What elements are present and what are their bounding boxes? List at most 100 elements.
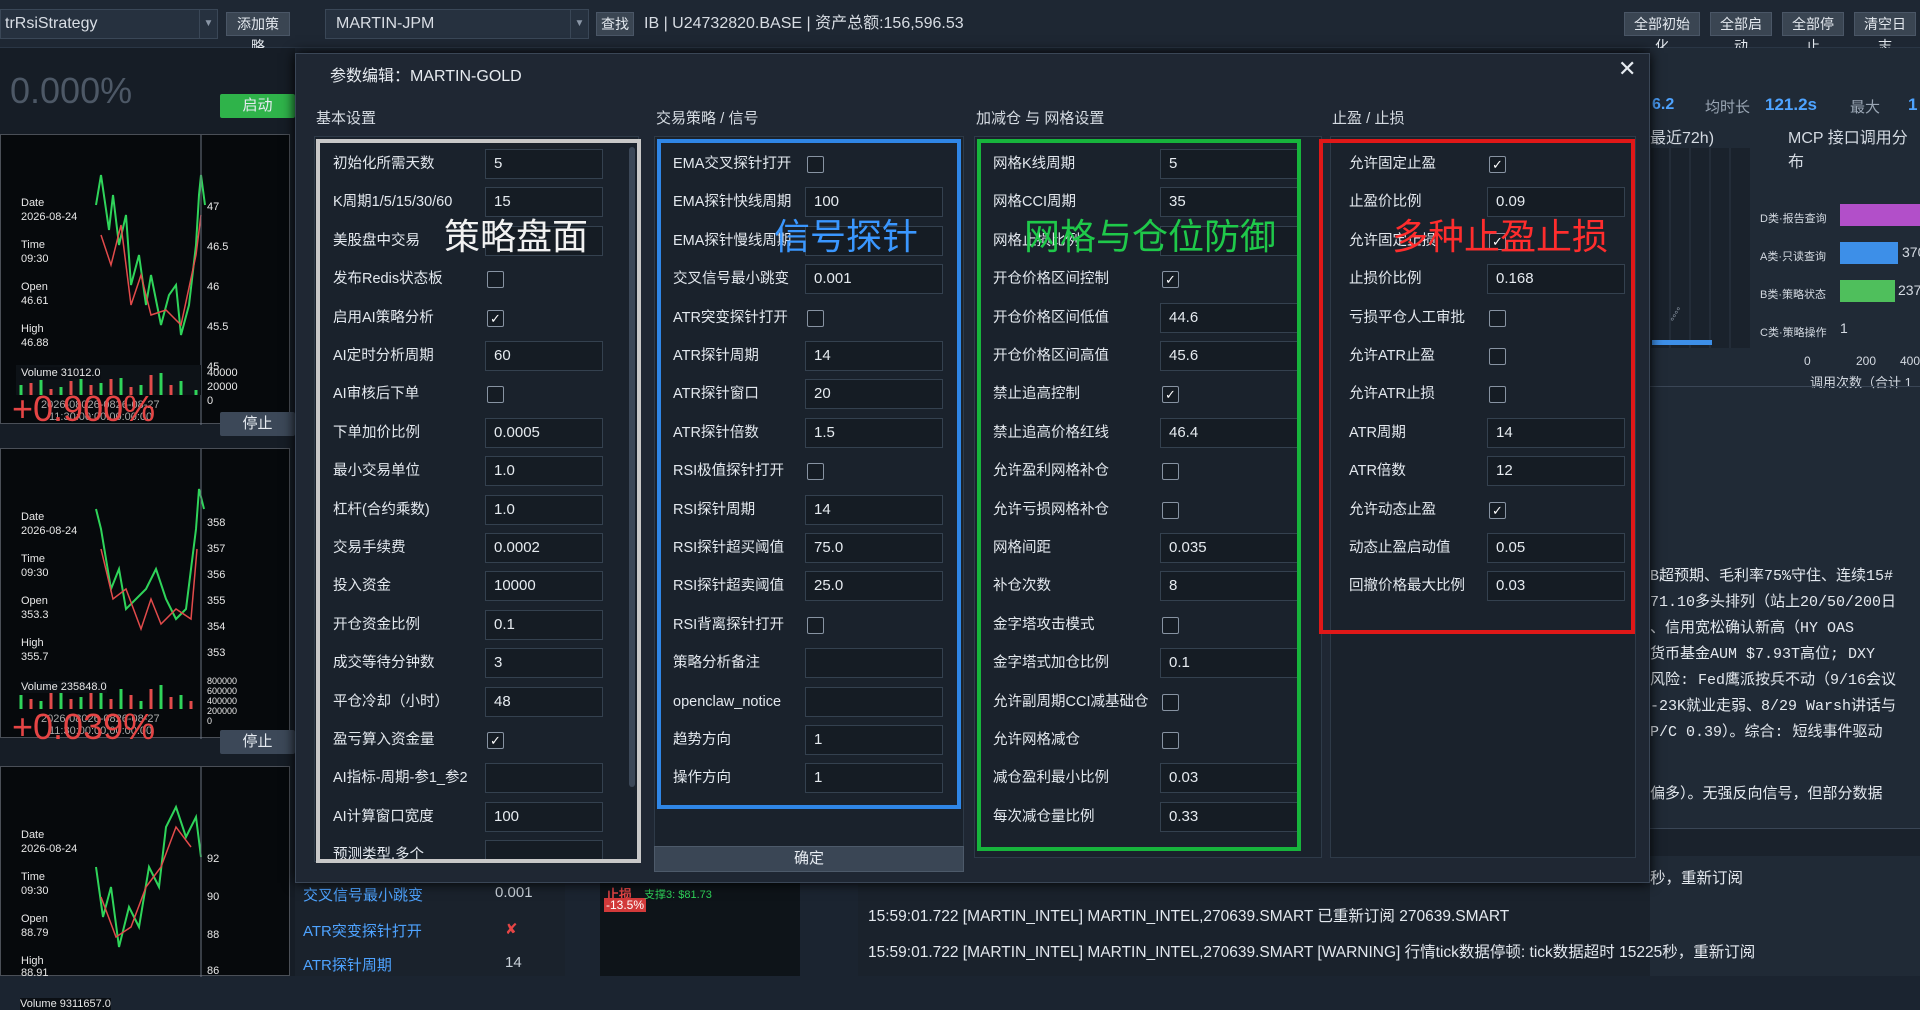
symbol-select[interactable]: MARTIN-JPM ▼: [325, 9, 589, 39]
stat-label: 均时长: [1705, 99, 1751, 116]
param-table: 交叉信号最小跳变 0.001 ATR突变探针打开 ✘ ATR探针周期 14: [295, 880, 565, 976]
mcp-title: MCP 接口调用分布: [1788, 130, 1908, 171]
clear-log-button[interactable]: 清空日志: [1854, 12, 1916, 54]
recent-label: 最近72h): [1650, 130, 1715, 147]
section-title-stop: 止盈 / 止损: [1332, 110, 1405, 127]
card-pct: +0.039%: [12, 706, 156, 747]
divider: [1650, 386, 1920, 387]
section-title-basic: 基本设置: [316, 110, 377, 127]
stop-button[interactable]: 停止: [220, 730, 295, 754]
param-edit-dialog: 参数编辑：MARTIN-GOLD ✕ 基本设置 交易策略 / 信号 加减仓 与 …: [295, 53, 1650, 883]
y-tick: 46.5: [207, 241, 229, 253]
table-cell-value: 0.001: [495, 884, 533, 901]
log-line: 秒，重新订阅: [1650, 870, 1744, 887]
time-label: Time: [21, 871, 46, 883]
right-panel: 6.2 均时长 121.2s 最大 1 最近72h) MCP 接口调用分布 °°…: [1649, 48, 1920, 976]
news-line: 货币基金AUM $7.93T高位; DXY: [1650, 646, 1876, 663]
high-value: 88.91: [21, 967, 49, 979]
init-all-button[interactable]: 全部初始化: [1624, 12, 1700, 54]
log-panel: 15:59:01.722 [MARTIN_INTEL] MARTIN_INTEL…: [858, 880, 1755, 976]
date-value: 2026-08-24: [21, 211, 78, 223]
open-value: 353.3: [21, 609, 49, 621]
close-icon[interactable]: ✕: [1618, 56, 1636, 82]
table-cell-value: ✘: [505, 921, 518, 938]
vol-tick: 0: [207, 395, 214, 407]
log-line: 15:59:01.722 [MARTIN_INTEL] MARTIN_INTEL…: [868, 944, 1756, 961]
news-line: P/C 0.39）。综合: 短线事件驱动: [1650, 724, 1883, 741]
x-tick: 400: [1900, 354, 1920, 368]
add-strategy-button[interactable]: 添加策略: [226, 12, 290, 54]
bar-label: A类·只读查询: [1760, 251, 1826, 263]
y-tick: 353: [207, 647, 226, 659]
news-line: 风险: Fed鹰派按兵不动（9/16会议: [1650, 672, 1897, 689]
stat-value: 121.2s: [1765, 95, 1817, 114]
high-label: High: [21, 637, 44, 649]
news-line: -23K就业走弱、8/29 Warsh讲话与: [1650, 698, 1897, 715]
time-label: Time: [21, 239, 46, 251]
bar-b: [1840, 280, 1895, 302]
section-title-grid: 加减仓 与 网格设置: [976, 110, 1105, 127]
bar-value: 237: [1898, 282, 1920, 298]
card-pct: +0.900%: [12, 388, 156, 429]
mini-price-chart: 止损 -13.5% 支撑3: $81.73: [600, 880, 800, 976]
news-line: 71.10多头排列（站上20/50/200日: [1650, 594, 1897, 611]
chevron-down-icon: ▼: [199, 10, 217, 38]
chevron-down-icon: ▼: [570, 10, 588, 38]
candlestick-chart: [16, 135, 206, 425]
log-header: [1650, 828, 1920, 856]
date-label: Date: [21, 197, 45, 209]
start-button[interactable]: 启动: [220, 94, 295, 118]
vol-tick: 40000: [207, 367, 238, 379]
news-line: B超预期、毛利率75%守住、连续15#: [1650, 568, 1894, 585]
x-axis-label: 调用次数（合计 1: [1810, 375, 1912, 390]
overlay-label-stop: 多种止盈止损: [1392, 216, 1609, 257]
support-label: 支撑3: $81.73: [644, 889, 712, 901]
search-button[interactable]: 查找: [596, 12, 634, 36]
date-value: 2026-08-24: [21, 843, 78, 855]
y-tick: 92: [207, 853, 220, 865]
bar-d: [1840, 204, 1920, 226]
y-tick: 47: [207, 201, 220, 213]
time-label: Time: [21, 553, 46, 565]
y-tick: 88: [207, 929, 220, 941]
news-note: 偏多）。无强反向信号，但部分数据: [1650, 785, 1883, 802]
symbol-select-value: MARTIN-JPM: [336, 15, 435, 32]
volume-value: Volume 31012.0: [21, 367, 101, 379]
table-cell-label: 交叉信号最小跳变: [303, 887, 424, 904]
price-chart: Date 2026-08-24 Time 09:30 Open 353.3 Hi…: [0, 448, 290, 739]
y-tick: 354: [207, 621, 226, 633]
start-all-button[interactable]: 全部启动: [1710, 12, 1772, 54]
time-value: 09:30: [21, 885, 49, 897]
bar-label: D类·报告查询: [1760, 213, 1827, 225]
stat-value: 1: [1908, 95, 1918, 114]
vol-tick: 20000: [207, 381, 238, 393]
table-cell-label: ATR探针周期: [303, 957, 392, 974]
y-tick: 86: [207, 965, 220, 977]
account-info: IB | U24732820.BASE | 资产总额:156,596.53: [644, 15, 964, 32]
high-label: High: [21, 323, 44, 335]
bar-label: B类·策略状态: [1760, 289, 1826, 301]
card-pct: 0.000%: [10, 70, 133, 111]
stop-all-button[interactable]: 全部停止: [1782, 12, 1844, 54]
x-tick: 0: [1804, 354, 1811, 368]
date-value: 2026-08-24: [21, 525, 78, 537]
time-value: 09:30: [21, 567, 49, 579]
y-tick: 356: [207, 569, 226, 581]
strategy-select[interactable]: trRsiStrategy ▼: [0, 9, 218, 39]
strategy-select-value: trRsiStrategy: [5, 15, 98, 32]
overlay-label-grid: 网格与仓位防御: [1024, 216, 1277, 257]
y-tick: 357: [207, 543, 226, 555]
bar-value: 1: [1840, 320, 1848, 336]
candlestick-chart: [19, 449, 205, 739]
open-value: 46.61: [21, 295, 49, 307]
high-label: High: [21, 955, 44, 967]
time-value: 09:30: [21, 253, 49, 265]
overlay-label-strategy: 策略盘面: [444, 216, 589, 257]
strategy-list: 0.000% 启动 Date 2026-08-24 Time 09:30 Ope…: [0, 48, 295, 1010]
confirm-button[interactable]: 确定: [654, 846, 964, 872]
stat-value: 6.2: [1652, 96, 1675, 113]
stop-button[interactable]: 停止: [220, 412, 295, 436]
dialog-title: 参数编辑：MARTIN-GOLD: [330, 68, 522, 85]
date-label: Date: [21, 511, 45, 523]
news-line: 、信用宽松确认新高（HY OAS: [1650, 620, 1855, 637]
